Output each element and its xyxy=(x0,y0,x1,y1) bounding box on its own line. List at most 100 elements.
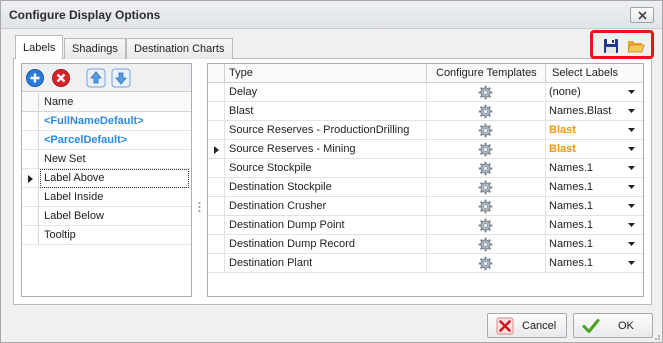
grid-row[interactable]: Blast Names.Blast xyxy=(208,102,643,121)
delete-icon[interactable] xyxy=(51,68,71,88)
type-cell-text: Destination Stockpile xyxy=(229,181,332,193)
add-icon[interactable] xyxy=(25,68,45,88)
type-column-header[interactable]: Type xyxy=(225,64,427,83)
dropdown-arrow-icon[interactable] xyxy=(628,185,635,189)
grid-row-indicator xyxy=(208,254,225,273)
type-cell[interactable]: Source Reserves - ProductionDrilling xyxy=(225,121,427,140)
splitter-handle-icon[interactable] xyxy=(198,201,201,213)
tab-labels-text: Labels xyxy=(23,42,56,54)
close-icon xyxy=(638,11,647,20)
label-list-item[interactable]: Label Above xyxy=(22,169,191,188)
label-list-item-text: <ParcelDefault> xyxy=(44,134,128,146)
row-indicator-header xyxy=(22,93,39,112)
title-bar[interactable]: Configure Display Options xyxy=(1,1,662,29)
label-list-item[interactable]: Tooltip xyxy=(22,226,191,245)
name-column-header-text: Name xyxy=(44,96,74,108)
select-labels-cell-text: Names.Blast xyxy=(549,105,612,117)
tab-shadings[interactable]: Shadings xyxy=(64,38,126,59)
move-up-icon[interactable] xyxy=(86,68,106,88)
grid-row[interactable]: Source Reserves - ProductionDrilling Blas… xyxy=(208,121,643,140)
select-labels-cell-text: Blast xyxy=(549,124,576,136)
dropdown-arrow-icon[interactable] xyxy=(628,147,635,151)
type-cell[interactable]: Destination Dump Point xyxy=(225,216,427,235)
label-list-item-text: Tooltip xyxy=(44,229,76,241)
dropdown-arrow-icon[interactable] xyxy=(628,223,635,227)
resize-grip-icon[interactable] xyxy=(651,331,661,341)
grid-row-indicator xyxy=(208,197,225,216)
label-list-item[interactable]: Label Inside xyxy=(22,188,191,207)
checkmark-icon xyxy=(582,319,600,333)
cancel-label: Cancel xyxy=(522,320,557,332)
grid-row[interactable]: Source Stockpile Names.1 xyxy=(208,159,643,178)
label-list-item[interactable]: <ParcelDefault> xyxy=(22,131,191,150)
current-row-pointer-icon xyxy=(28,175,33,183)
dropdown-arrow-icon[interactable] xyxy=(628,166,635,170)
grid-row-indicator xyxy=(208,178,225,197)
gear-icon[interactable] xyxy=(478,123,493,138)
gear-icon[interactable] xyxy=(478,104,493,119)
move-down-icon[interactable] xyxy=(111,68,131,88)
grid-row-indicator xyxy=(208,235,225,254)
grid-indicator-header xyxy=(208,64,225,83)
configure-templates-column-header[interactable]: Configure Templates xyxy=(427,64,546,83)
gear-icon[interactable] xyxy=(478,142,493,157)
label-list-item[interactable]: Label Below xyxy=(22,207,191,226)
current-row-pointer-icon xyxy=(214,146,219,154)
dropdown-arrow-icon[interactable] xyxy=(628,242,635,246)
type-cell-text: Destination Dump Record xyxy=(229,238,355,250)
ok-label: OK xyxy=(618,320,634,332)
dropdown-arrow-icon[interactable] xyxy=(628,204,635,208)
window-title: Configure Display Options xyxy=(9,8,161,22)
select-labels-column-header[interactable]: Select Labels xyxy=(546,64,643,83)
label-list-item[interactable]: New Set xyxy=(22,150,191,169)
grid-row[interactable]: Destination Dump Record Names.1 xyxy=(208,235,643,254)
type-cell-text: Source Reserves - Mining xyxy=(229,143,356,155)
gear-icon[interactable] xyxy=(478,85,493,100)
grid-row[interactable]: Destination Stockpile Names.1 xyxy=(208,178,643,197)
type-cell[interactable]: Destination Stockpile xyxy=(225,178,427,197)
type-cell-text: Source Stockpile xyxy=(229,162,312,174)
dropdown-arrow-icon[interactable] xyxy=(628,109,635,113)
type-cell-text: Destination Dump Point xyxy=(229,219,345,231)
display-types-grid: Type Configure Templates Select Labels D… xyxy=(207,63,644,297)
grid-row-indicator xyxy=(208,102,225,121)
tab-destination-charts[interactable]: Destination Charts xyxy=(126,38,233,59)
gear-icon[interactable] xyxy=(478,237,493,252)
grid-row[interactable]: Delay (none) xyxy=(208,83,643,102)
select-labels-cell-text: Names.1 xyxy=(549,219,594,231)
type-cell[interactable]: Delay xyxy=(225,83,427,102)
close-button[interactable] xyxy=(630,7,654,23)
configure-templates-column-header-text: Configure Templates xyxy=(436,67,537,79)
gear-icon[interactable] xyxy=(478,161,493,176)
grid-row[interactable]: Destination Plant Names.1 xyxy=(208,254,643,273)
tab-labels[interactable]: Labels xyxy=(15,35,64,59)
dropdown-arrow-icon[interactable] xyxy=(628,261,635,265)
dropdown-arrow-icon[interactable] xyxy=(628,90,635,94)
select-labels-cell-text: Names.1 xyxy=(549,181,594,193)
gear-icon[interactable] xyxy=(478,180,493,195)
grid-row[interactable]: Source Reserves - Mining Blast xyxy=(208,140,643,159)
gear-icon[interactable] xyxy=(478,218,493,233)
grid-row[interactable]: Destination Dump Point Names.1 xyxy=(208,216,643,235)
cancel-button[interactable]: Cancel xyxy=(487,313,567,338)
type-cell[interactable]: Destination Plant xyxy=(225,254,427,273)
row-indicator xyxy=(22,112,39,131)
row-indicator xyxy=(22,207,39,226)
label-list-item-text: Label Below xyxy=(44,210,104,222)
select-labels-cell-text: Names.1 xyxy=(549,162,594,174)
label-list-item[interactable]: <FullNameDefault> xyxy=(22,112,191,131)
type-cell[interactable]: Destination Crusher xyxy=(225,197,427,216)
row-indicator xyxy=(22,131,39,150)
type-cell[interactable]: Source Reserves - Mining xyxy=(225,140,427,159)
dropdown-arrow-icon[interactable] xyxy=(628,128,635,132)
ok-button[interactable]: OK xyxy=(573,313,653,338)
gear-icon[interactable] xyxy=(478,256,493,271)
cancel-icon xyxy=(496,317,514,335)
type-cell[interactable]: Blast xyxy=(225,102,427,121)
type-cell[interactable]: Destination Dump Record xyxy=(225,235,427,254)
type-cell[interactable]: Source Stockpile xyxy=(225,159,427,178)
gear-icon[interactable] xyxy=(478,199,493,214)
grid-row-indicator xyxy=(208,83,225,102)
name-column-header[interactable]: Name xyxy=(22,93,191,112)
grid-row[interactable]: Destination Crusher Names.1 xyxy=(208,197,643,216)
